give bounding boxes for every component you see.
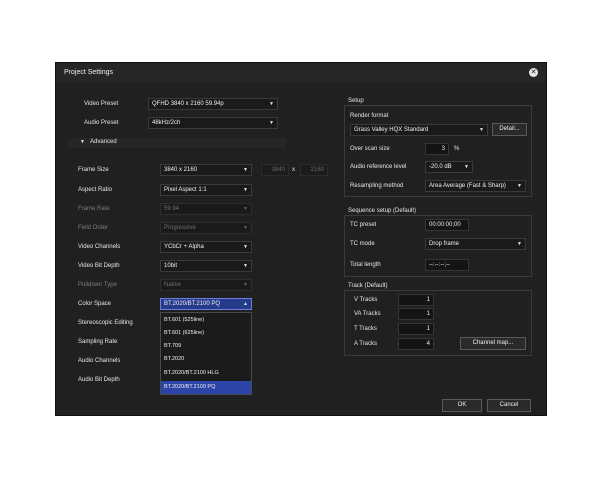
resampling-value: Area Average (Fast & Sharp) — [429, 183, 506, 189]
t-tracks-field[interactable]: 1 — [398, 323, 434, 335]
t-tracks-label: T Tracks — [354, 326, 377, 332]
render-format-dropdown[interactable]: Grass Valley HQX Standard ▼ — [350, 124, 488, 136]
chevron-down-icon: ▼ — [243, 244, 248, 250]
chevron-down-icon: ▼ — [517, 241, 522, 247]
video-preset-value: QFHD 3840 x 2160 59.94p — [152, 101, 224, 107]
track-title: Track (Default) — [348, 283, 388, 289]
stereoscopic-label: Stereoscopic Editing — [78, 320, 133, 326]
frame-rate-value: 59.94 — [164, 206, 180, 212]
chevron-down-icon: ▼ — [479, 127, 484, 133]
tc-preset-field[interactable]: 00:00:00;00 — [425, 219, 469, 231]
audio-ref-dropdown[interactable]: -20.0 dB ▼ — [425, 161, 473, 173]
audio-preset-value: 48kHz/2ch — [152, 120, 181, 126]
frame-size-label: Frame Size — [78, 167, 109, 173]
render-format-label: Render format — [350, 113, 389, 119]
video-bit-depth-dropdown[interactable]: 10bit ▼ — [160, 260, 252, 272]
pulldown-type-label: Pulldown Type — [78, 282, 117, 288]
v-tracks-field[interactable]: 1 — [398, 294, 434, 306]
va-tracks-label: VA Tracks — [354, 311, 381, 317]
sampling-rate-label: Sampling Rate — [78, 339, 118, 345]
video-bit-depth-label: Video Bit Depth — [78, 263, 120, 269]
video-channels-value: YCbCr + Alpha — [164, 244, 204, 250]
v-tracks-label: V Tracks — [354, 297, 378, 303]
total-length-label: Total length — [350, 262, 381, 268]
aspect-ratio-dropdown[interactable]: Pixel Aspect 1:1 ▼ — [160, 184, 252, 196]
tc-preset-label: TC preset — [350, 222, 377, 228]
resampling-label: Resampling method — [350, 183, 404, 189]
over-scan-unit: % — [454, 146, 460, 152]
cancel-button[interactable]: Cancel — [487, 399, 531, 412]
chevron-down-icon: ▼ — [243, 225, 248, 231]
frame-size-x: x — [292, 167, 295, 173]
color-space-label: Color Space — [78, 301, 112, 307]
over-scan-field[interactable]: 3 — [425, 143, 449, 155]
frame-width-field[interactable]: 3840 — [261, 164, 289, 176]
chevron-down-icon: ▼ — [269, 120, 274, 126]
over-scan-label: Over scan size — [350, 146, 390, 152]
advanced-label: Advanced — [90, 139, 117, 145]
chevron-up-icon: ▲ — [243, 301, 248, 307]
video-channels-label: Video Channels — [78, 244, 121, 250]
audio-preset-label: Audio Preset — [84, 120, 119, 126]
chevron-down-icon: ▼ — [269, 101, 274, 107]
field-order-dropdown[interactable]: Progressive ▼ — [160, 222, 252, 234]
video-channels-dropdown[interactable]: YCbCr + Alpha ▼ — [160, 241, 252, 253]
tc-mode-value: Drop frame — [429, 241, 460, 247]
detail-button[interactable]: Detail... — [492, 123, 527, 136]
tc-mode-dropdown[interactable]: Drop frame ▼ — [425, 238, 526, 250]
color-space-dropdown[interactable]: BT.2020/BT.2100 PQ ▲ — [160, 298, 252, 310]
a-tracks-label: A Tracks — [354, 341, 378, 347]
render-format-value: Grass Valley HQX Standard — [354, 127, 429, 133]
dialog-title: Project Settings — [64, 69, 114, 76]
ok-button[interactable]: OK — [442, 399, 482, 412]
color-space-option[interactable]: BT.2020/BT.2100 HLG — [161, 367, 251, 380]
aspect-ratio-value: Pixel Aspect 1:1 — [164, 187, 207, 193]
audio-channels-label: Audio Channels — [78, 358, 121, 364]
chevron-down-icon: ▼ — [243, 187, 248, 193]
frame-size-dropdown[interactable]: 3840 x 2160 ▼ — [160, 164, 252, 176]
channel-map-button[interactable]: Channel map... — [460, 337, 526, 350]
frame-size-value: 3840 x 2160 — [164, 167, 198, 173]
color-space-option-selected[interactable]: BT.2020/BT.2100 PQ — [161, 381, 251, 394]
caret-down-icon: ▼ — [80, 139, 85, 145]
project-settings-dialog: Project Settings ✕ Video Preset QFHD 384… — [55, 62, 547, 416]
va-tracks-field[interactable]: 1 — [398, 308, 434, 320]
chevron-down-icon: ▼ — [243, 206, 248, 212]
video-preset-dropdown[interactable]: QFHD 3840 x 2160 59.94p ▼ — [148, 98, 278, 110]
audio-preset-dropdown[interactable]: 48kHz/2ch ▼ — [148, 117, 278, 129]
chevron-down-icon: ▼ — [243, 282, 248, 288]
tc-mode-label: TC mode — [350, 241, 375, 247]
title-bar: Project Settings ✕ — [56, 63, 546, 82]
setup-title: Setup — [348, 98, 364, 104]
video-preset-label: Video Preset — [84, 101, 119, 107]
frame-height-field[interactable]: 2160 — [300, 164, 328, 176]
aspect-ratio-label: Aspect Ratio — [78, 187, 113, 193]
a-tracks-field[interactable]: 4 — [398, 338, 434, 350]
frame-rate-label: Frame Rate — [78, 206, 110, 212]
advanced-toggle[interactable]: ▼ Advanced — [68, 138, 286, 148]
audio-ref-value: -20.0 dB — [429, 164, 452, 170]
color-space-option[interactable]: BT.709 — [161, 340, 251, 353]
resampling-dropdown[interactable]: Area Average (Fast & Sharp) ▼ — [425, 180, 526, 192]
pulldown-type-dropdown[interactable]: Native ▼ — [160, 279, 252, 291]
color-space-option[interactable]: BT.601 (525line) — [161, 314, 251, 327]
sequence-title: Sequence setup (Default) — [348, 208, 417, 214]
video-bit-depth-value: 10bit — [164, 263, 178, 269]
frame-rate-dropdown[interactable]: 59.94 ▼ — [160, 203, 252, 215]
color-space-value: BT.2020/BT.2100 PQ — [164, 301, 221, 307]
audio-ref-label: Audio reference level — [350, 164, 407, 170]
chevron-down-icon: ▼ — [517, 183, 522, 189]
chevron-down-icon: ▼ — [243, 167, 248, 173]
pulldown-type-value: Native — [164, 282, 182, 288]
audio-bit-depth-label: Audio Bit Depth — [78, 377, 120, 383]
color-space-option[interactable]: BT.2020 — [161, 353, 251, 366]
field-order-value: Progressive — [164, 225, 196, 231]
field-order-label: Field Order — [78, 225, 109, 231]
chevron-down-icon: ▼ — [464, 164, 469, 170]
close-icon[interactable]: ✕ — [529, 68, 538, 77]
total-length-field[interactable]: --:--:--;-- — [425, 259, 469, 271]
color-space-option[interactable]: BT.601 (625line) — [161, 327, 251, 340]
chevron-down-icon: ▼ — [243, 263, 248, 269]
color-space-menu: BT.601 (525line) BT.601 (625line) BT.709… — [160, 312, 252, 395]
